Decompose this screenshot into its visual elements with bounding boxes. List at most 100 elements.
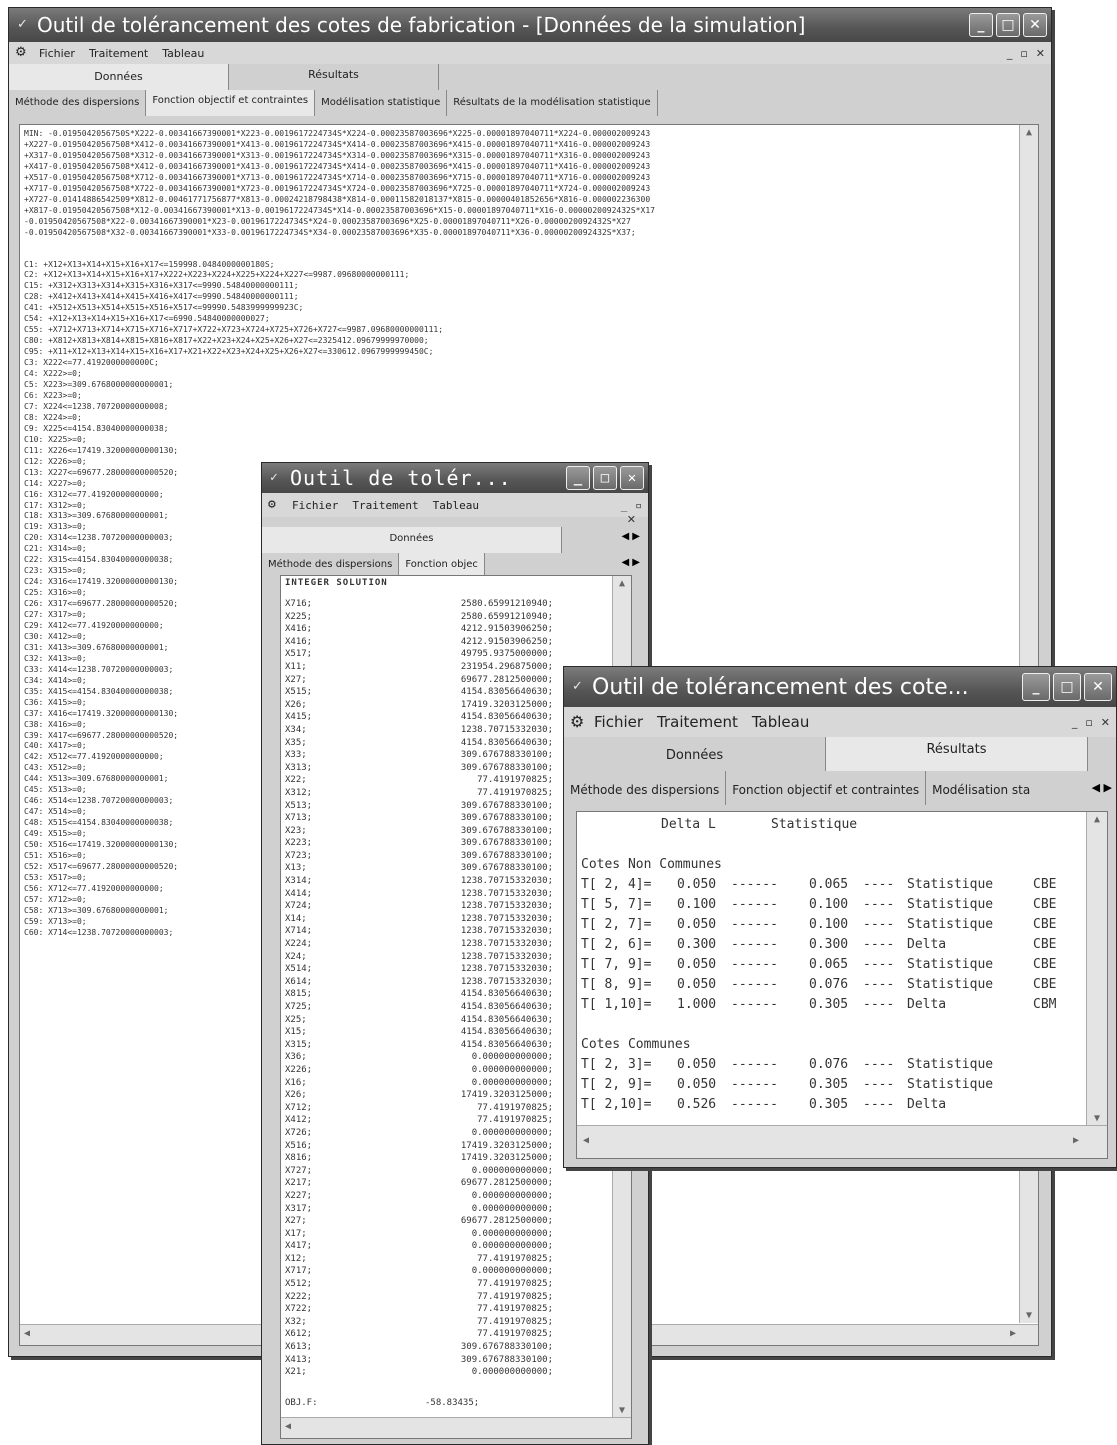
scroll-down-icon[interactable]: ▼ [1020, 1310, 1038, 1321]
solution-row: X415; 4154.83056640630; [285, 711, 553, 724]
document-icon: ⚙ [15, 45, 27, 60]
maximize-button[interactable]: □ [1053, 673, 1081, 701]
tab-methode-dispersions[interactable]: Méthode des dispersions [564, 771, 727, 805]
menu-tableau[interactable]: Tableau [433, 499, 479, 512]
tolerance-row: T[ 5, 7]= 0.100 ------ 0.100 ---- Statistique… [581, 897, 1081, 917]
tab-resultats[interactable]: Résultats [229, 64, 439, 90]
maximize-button[interactable]: □ [593, 466, 617, 490]
tolerance-sep2: ---- [863, 917, 895, 932]
solution-row: X714; 1238.70715332030; [285, 925, 553, 938]
tab-methode-dispersions[interactable]: Méthode des dispersions [9, 90, 147, 116]
tab-donnees[interactable]: Données [9, 64, 229, 90]
solution-row: X416; 4212.91503906250; [285, 636, 553, 649]
tab-resultats[interactable]: Résultats [826, 737, 1088, 771]
menu-fichier[interactable]: Fichier [594, 713, 643, 731]
variable-name: X35; [285, 737, 307, 748]
scroll-up-icon[interactable]: ▲ [1020, 127, 1038, 138]
tolerance-v2: 0.065 [809, 877, 849, 892]
solution-row: X516; 17419.3203125000; [285, 1140, 553, 1153]
menu-fichier[interactable]: Fichier [39, 47, 75, 60]
minimize-button[interactable]: _ [566, 466, 590, 490]
app-icon: ✓ [17, 17, 28, 32]
mdi-restore-icon[interactable]: ▫ [1020, 47, 1027, 60]
column-header-statistique: Statistique [771, 817, 858, 832]
tab-scroll-arrows[interactable]: ◀ ▶ [613, 527, 648, 553]
solution-horizontal-scrollbar[interactable]: ◀ [281, 1417, 631, 1438]
variable-value: 309.676788330100; [460, 1342, 553, 1353]
results-horizontal-scrollbar[interactable]: ◀ ▶ [577, 1125, 1107, 1158]
mdi-minimize-icon[interactable]: _ [1007, 47, 1013, 60]
solution-row: X722; 77.4191970825; [285, 1303, 553, 1316]
tab-scroll-arrows[interactable]: ◀ ▶ [613, 553, 648, 577]
tab-resultats-modelisation[interactable]: Résultats de la modélisation statistique [447, 90, 658, 116]
close-button[interactable]: ✕ [1084, 673, 1112, 701]
tolerance-row: T[ 7, 9]= 0.050 ------ 0.065 ---- Statistique… [581, 957, 1081, 977]
results-vertical-scrollbar[interactable]: ▲ ▼ [1086, 812, 1107, 1126]
scroll-down-icon[interactable]: ▼ [1087, 1113, 1107, 1124]
section-title-non-communes: Cotes Non Communes [581, 857, 722, 872]
non-communes-rows: T[ 2, 4]= 0.050 ------ 0.065 ---- Statistique… [581, 877, 1081, 1017]
tab-fonction-objectif[interactable]: Fonction objec [399, 553, 485, 577]
mdi-minimize-icon[interactable]: _ [621, 499, 628, 512]
scroll-left-icon[interactable]: ◀ [285, 1421, 291, 1432]
scroll-left-icon[interactable]: ◀ [583, 1135, 589, 1146]
menu-traitement[interactable]: Traitement [657, 713, 738, 731]
menu-tableau[interactable]: Tableau [162, 47, 204, 60]
tab-scroll-arrows[interactable]: ◀ ▶ [1088, 771, 1116, 805]
variable-name: X717; [285, 1266, 313, 1277]
menu-tableau[interactable]: Tableau [752, 713, 810, 731]
tolerance-sep2: ---- [863, 1097, 895, 1112]
menu-fichier[interactable]: Fichier [292, 499, 338, 512]
scroll-right-icon[interactable]: ▶ [1010, 1328, 1016, 1339]
variable-name: X816; [285, 1153, 313, 1164]
tolerance-id: T[ 1,10]= [581, 997, 652, 1012]
mdi-close-icon[interactable]: ✕ [627, 513, 636, 526]
tolerance-c: CBE [1033, 877, 1057, 892]
main-window-titlebar[interactable]: ✓ Outil de tolérancement des cotes de fa… [9, 8, 1051, 42]
mdi-close-icon[interactable]: ✕ [1036, 47, 1045, 60]
variable-name: X11; [285, 661, 307, 672]
tab-donnees[interactable]: Données [262, 527, 562, 553]
variable-name: X26; [285, 1090, 307, 1101]
variable-name: X21; [285, 1367, 307, 1378]
maximize-button[interactable]: □ [996, 13, 1020, 37]
results-window-titlebar[interactable]: ✓ Outil de tolérancement des cote... _ □… [564, 667, 1116, 707]
results-text[interactable]: Delta L Statistique Cotes Non Communes T… [576, 811, 1108, 1159]
variable-value: 1238.70715332030; [460, 976, 553, 987]
scroll-right-icon[interactable]: ▶ [1073, 1135, 1079, 1146]
mdi-minimize-icon[interactable]: _ [1072, 716, 1078, 729]
mdi-restore-icon[interactable]: ▫ [1085, 716, 1092, 729]
scroll-up-icon[interactable]: ▲ [613, 578, 631, 589]
menu-traitement[interactable]: Traitement [352, 499, 418, 512]
solution-window-titlebar[interactable]: ✓ Outil de tolér... _ □ ✕ [262, 463, 648, 493]
close-button[interactable]: ✕ [620, 466, 644, 490]
variable-value: 309.676788330100; [460, 800, 553, 811]
close-button[interactable]: ✕ [1023, 13, 1047, 37]
minimize-button[interactable]: _ [969, 13, 993, 37]
tab-donnees[interactable]: Données [564, 737, 826, 771]
tab-modelisation-statistique[interactable]: Modélisation statistique [315, 90, 448, 116]
scroll-up-icon[interactable]: ▲ [1087, 814, 1107, 825]
tab-fonction-objectif[interactable]: Fonction objectif et contraintes [726, 771, 927, 805]
scroll-left-icon[interactable]: ◀ [24, 1328, 30, 1339]
menu-traitement[interactable]: Traitement [89, 47, 148, 60]
solution-row: X27; 69677.2812500000; [285, 674, 553, 687]
variable-name: X416; [285, 624, 313, 635]
objective-value: -58.83435; [425, 1398, 480, 1408]
variable-name: X713; [285, 813, 313, 824]
tab-fonction-objectif[interactable]: Fonction objectif et contraintes [146, 90, 316, 116]
minimize-button[interactable]: _ [1022, 673, 1050, 701]
constraint-line: C41: +X512+X513+X514+X515+X516+X517<=999… [24, 303, 304, 313]
mdi-restore-icon[interactable]: ▫ [635, 499, 642, 512]
solution-row: X36; 0.000000000000; [285, 1051, 553, 1064]
variable-value: 1238.70715332030; [460, 876, 553, 887]
variable-value: 77.4191970825; [477, 1316, 553, 1327]
solution-row: X227; 0.000000000000; [285, 1190, 553, 1203]
scroll-down-icon[interactable]: ▼ [613, 1405, 631, 1416]
tolerance-sep1: ------ [731, 1097, 778, 1112]
tab-methode-dispersions[interactable]: Méthode des dispersions [262, 553, 400, 577]
solution-row: X612; 77.4191970825; [285, 1328, 553, 1341]
variable-value: 17419.3203125000; [460, 1090, 553, 1101]
tab-modelisation-statistique[interactable]: Modélisation sta [926, 771, 1036, 805]
mdi-close-icon[interactable]: ✕ [1101, 716, 1110, 729]
